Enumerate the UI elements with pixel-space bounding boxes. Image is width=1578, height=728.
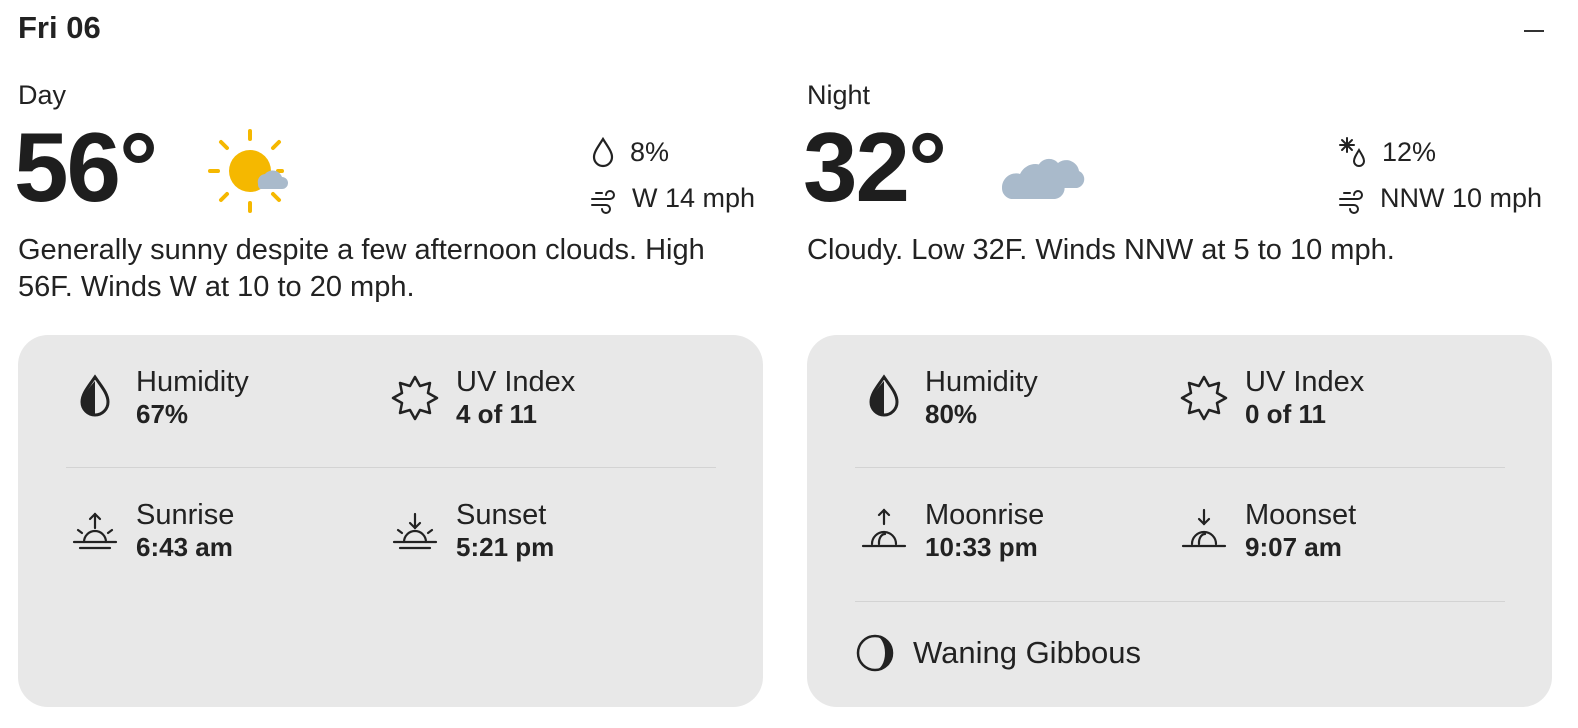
waning-gibbous-icon bbox=[856, 634, 894, 672]
wind-stat: W 14 mph bbox=[590, 183, 755, 214]
uv-value: 0 of 11 bbox=[1245, 399, 1326, 429]
sunset-icon bbox=[392, 512, 438, 550]
divider bbox=[855, 467, 1505, 468]
divider bbox=[66, 467, 716, 468]
divider bbox=[855, 601, 1505, 602]
day-panel: Day 56° 8% W 14 mph Generally sunny desp… bbox=[0, 0, 763, 728]
sunny-partly-cloudy-icon bbox=[208, 129, 288, 213]
humidity-value: 67% bbox=[136, 399, 189, 429]
moonset-label: Moonset bbox=[1245, 499, 1357, 531]
cloudy-icon bbox=[1001, 158, 1085, 199]
humidity-icon bbox=[80, 374, 110, 417]
wind-stat: NNW 10 mph bbox=[1338, 183, 1542, 214]
sunrise-item: Sunrise 6:43 am bbox=[70, 498, 234, 562]
period-label: Day bbox=[18, 80, 67, 110]
night-details-card: Humidity 80% UV Index 0 of 11 Moonrise 1… bbox=[807, 335, 1552, 707]
temperature: 32° bbox=[803, 112, 947, 222]
precip-stat: 12% bbox=[1338, 136, 1436, 168]
moonset-icon bbox=[1181, 508, 1227, 548]
humidity-label: Humidity bbox=[136, 366, 249, 398]
sunset-label: Sunset bbox=[456, 499, 547, 531]
wind-icon bbox=[1339, 189, 1363, 214]
moonset-item: Moonset 9:07 am bbox=[1179, 498, 1356, 562]
precip-stat: 8% bbox=[590, 136, 669, 168]
uv-icon bbox=[391, 375, 439, 421]
moonrise-item: Moonrise 10:33 pm bbox=[859, 498, 1044, 562]
humidity-item: Humidity 67% bbox=[70, 365, 249, 429]
humidity-item: Humidity 80% bbox=[859, 365, 1038, 429]
uv-item: UV Index 0 of 11 bbox=[1179, 365, 1364, 429]
moonrise-icon bbox=[861, 508, 907, 548]
wind-value: W 14 mph bbox=[632, 183, 756, 213]
wind-icon bbox=[591, 189, 615, 214]
precip-value: 12% bbox=[1382, 136, 1437, 167]
temperature: 56° bbox=[14, 112, 158, 222]
moonset-value: 9:07 am bbox=[1245, 532, 1342, 562]
night-panel: Night 32° 12% NNW 10 mph Cloudy. Low 32F… bbox=[789, 0, 1552, 728]
sunset-value: 5:21 pm bbox=[456, 532, 555, 562]
day-details-card: Humidity 67% UV Index 4 of 11 Sunrise 6:… bbox=[18, 335, 763, 707]
snow-rain-icon bbox=[1339, 137, 1366, 167]
humidity-icon bbox=[869, 374, 899, 417]
moon-phase: Waning Gibbous bbox=[855, 633, 1141, 673]
sunrise-icon bbox=[72, 512, 118, 550]
uv-icon bbox=[1180, 375, 1228, 421]
sunset-item: Sunset 5:21 pm bbox=[390, 498, 554, 562]
wind-value: NNW 10 mph bbox=[1380, 183, 1543, 213]
moon-phase-label: Waning Gibbous bbox=[913, 635, 1142, 670]
sunrise-label: Sunrise bbox=[136, 499, 235, 531]
precip-value: 8% bbox=[630, 136, 670, 167]
moonrise-value: 10:33 pm bbox=[925, 532, 1038, 562]
uv-label: UV Index bbox=[456, 366, 576, 398]
forecast-description: Generally sunny despite a few afternoon … bbox=[18, 234, 705, 303]
period-label: Night bbox=[807, 80, 871, 110]
uv-label: UV Index bbox=[1245, 366, 1365, 398]
raindrop-icon bbox=[592, 136, 614, 168]
moonrise-label: Moonrise bbox=[925, 499, 1045, 531]
sunrise-value: 6:43 am bbox=[136, 532, 233, 562]
forecast-description: Cloudy. Low 32F. Winds NNW at 5 to 10 mp… bbox=[807, 234, 1395, 266]
humidity-label: Humidity bbox=[925, 366, 1038, 398]
humidity-value: 80% bbox=[925, 399, 978, 429]
uv-value: 4 of 11 bbox=[456, 399, 537, 429]
uv-item: UV Index 4 of 11 bbox=[390, 365, 575, 429]
